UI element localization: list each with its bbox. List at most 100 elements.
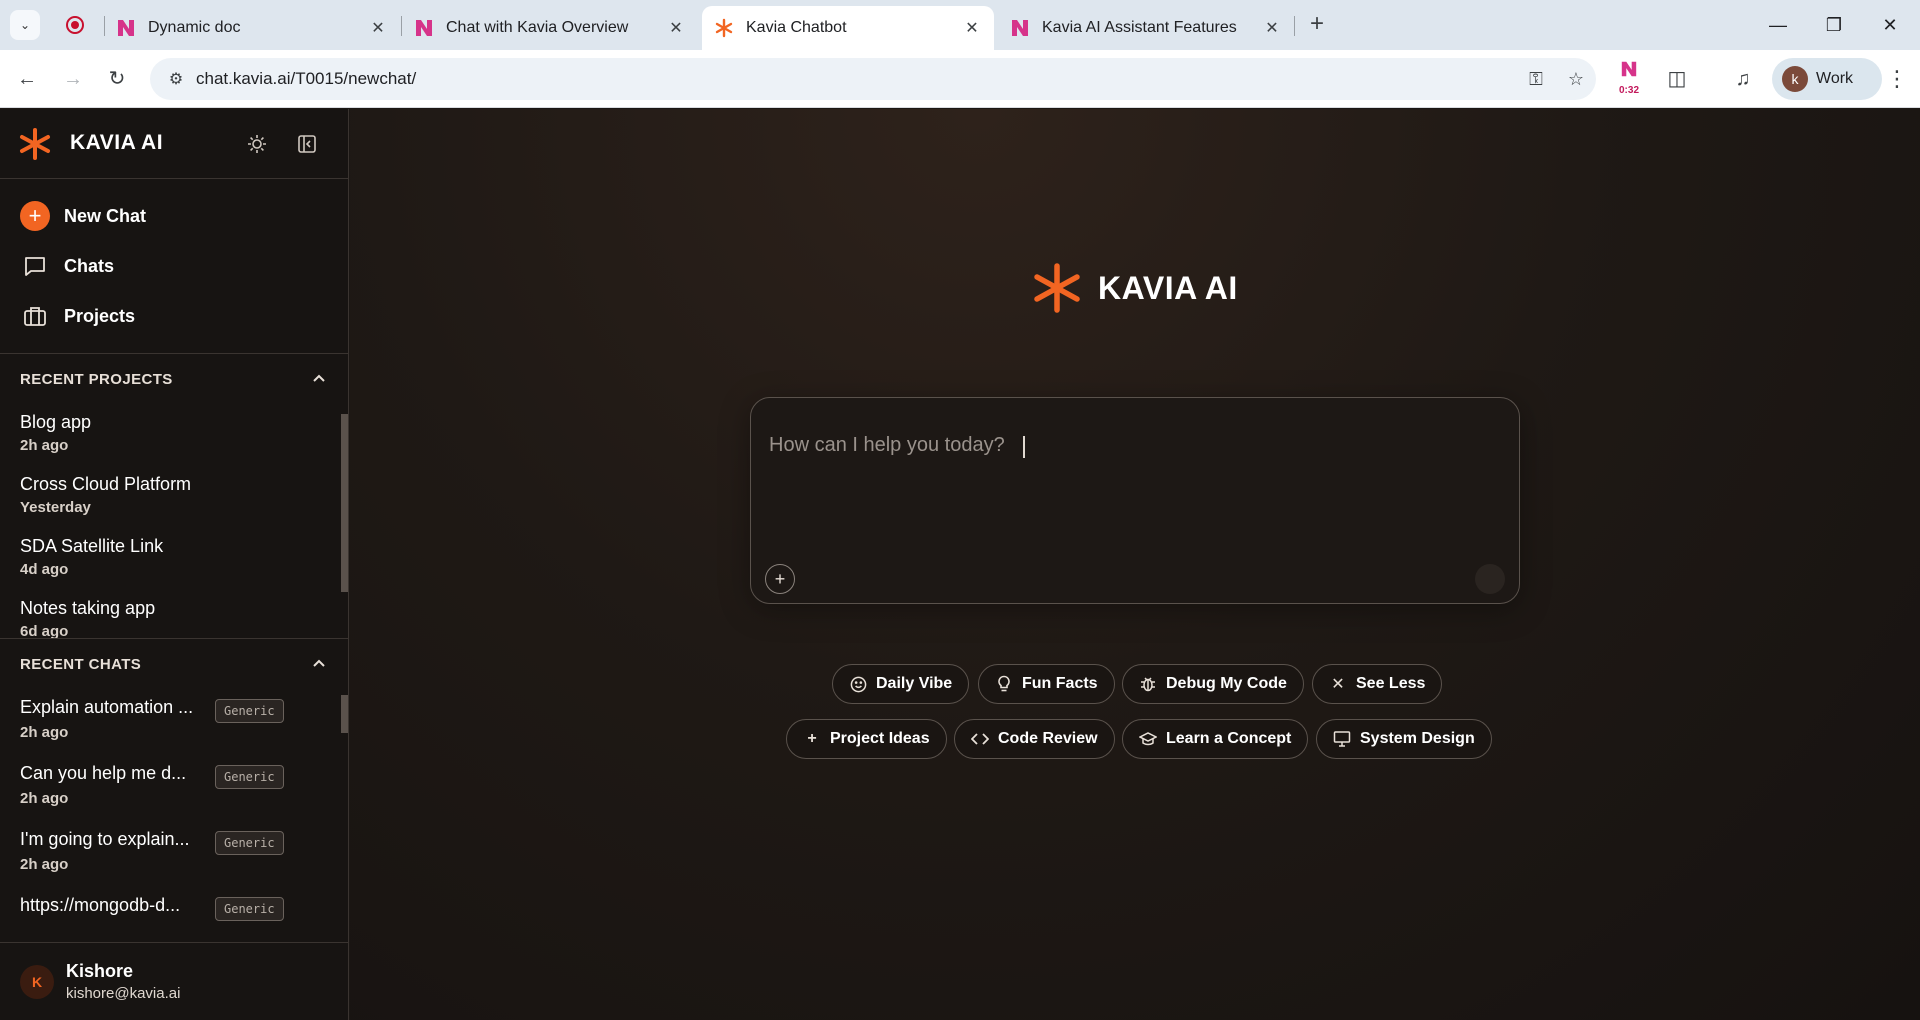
recorder-extension-button[interactable]: 0:32 [1614,60,1644,98]
project-time: 4d ago [20,561,69,578]
chat-item[interactable]: I'm going to explain... 2h ago Generic [0,821,348,887]
kavia-pink-favicon-icon [1621,61,1637,77]
suggestion-see-less[interactable]: ✕ See Less [1312,664,1443,704]
suggestion-label: Code Review [998,730,1098,747]
profile-button[interactable]: k Work [1772,58,1882,100]
chat-type-badge: Generic [215,699,284,723]
projects-scrollbar[interactable] [341,414,348,592]
main-content: KAVIA AI + Daily Vibe Fun Facts Debug My… [350,109,1920,1020]
new-tab-button[interactable]: + [1304,12,1330,38]
tab-close-icon[interactable]: ✕ [368,18,388,38]
chat-time: 2h ago [20,724,69,741]
tab-close-icon[interactable]: ✕ [1262,18,1282,38]
collapse-sidebar-icon[interactable] [294,131,320,157]
section-title: RECENT PROJECTS [20,370,173,388]
sidebar-item-label: Chats [64,255,115,276]
kavia-pink-favicon-icon [116,18,136,38]
suggestion-code-review[interactable]: Code Review [954,719,1115,759]
briefcase-icon [20,301,50,331]
password-key-icon[interactable]: ⚿ [1516,69,1556,90]
suggestion-fun-facts[interactable]: Fun Facts [978,664,1115,704]
reload-button[interactable]: ↻ [102,64,132,94]
chevron-up-icon[interactable] [312,370,326,386]
suggestion-label: Debug My Code [1166,675,1287,692]
chat-item[interactable]: https://mongodb-d... Generic [0,887,348,929]
tab-dynamic-doc[interactable]: Dynamic doc ✕ [104,6,400,50]
suggestion-label: Fun Facts [1022,675,1098,692]
chat-item[interactable]: Can you help me d... 2h ago Generic [0,755,348,821]
plus-icon: + [774,568,786,589]
prompt-input[interactable] [769,434,1469,457]
suggestion-label: Daily Vibe [876,675,953,692]
user-profile[interactable]: K Kishore kishore@kavia.ai [0,942,348,1020]
send-button[interactable] [1475,564,1505,594]
suggestion-debug-my-code[interactable]: Debug My Code [1122,664,1304,704]
project-time: 2h ago [20,437,69,454]
recent-chats-list[interactable]: Explain automation ... 2h ago Generic Ca… [0,689,348,929]
plus-icon: + [807,730,817,747]
restore-button[interactable]: ❐ [1814,10,1854,40]
monitor-icon [1333,730,1351,748]
sidebar-item-projects[interactable]: Projects [0,291,348,341]
project-item[interactable]: Blog app 2h ago [0,404,348,466]
sidebar-header: KAVIA AI [0,109,348,179]
suggestion-learn-a-concept[interactable]: Learn a Concept [1122,719,1309,759]
chat-item[interactable]: Explain automation ... 2h ago Generic [0,689,348,755]
suggestion-project-ideas[interactable]: + Project Ideas [786,719,947,759]
close-window-button[interactable]: ✕ [1870,10,1910,40]
chevron-up-icon[interactable] [312,655,326,671]
project-item[interactable]: SDA Satellite Link 4d ago [0,528,348,590]
url-text[interactable]: chat.kavia.ai/T0015/newchat/ [196,69,1516,89]
back-button[interactable]: ← [12,64,42,94]
suggestion-label: System Design [1360,730,1475,747]
sidebar-item-label: Projects [64,305,136,326]
address-bar[interactable]: ⚙ chat.kavia.ai/T0015/newchat/ ⚿ ☆ [150,58,1596,100]
code-icon [971,730,989,748]
text-caret [1023,436,1025,458]
sidebar-item-chats[interactable]: Chats [0,241,348,291]
prompt-composer: + [750,397,1520,604]
sidebar-brand-name: KAVIA AI [70,131,164,154]
theme-toggle-sun-icon[interactable] [244,131,270,157]
kavia-asterisk-favicon-icon [714,18,734,38]
tab-title: Kavia Chatbot [746,19,847,36]
tab-close-icon[interactable]: ✕ [962,18,982,38]
record-icon[interactable] [66,16,84,34]
tab-title: Dynamic doc [148,19,241,36]
site-settings-icon[interactable]: ⚙ [156,69,196,89]
recent-projects-list[interactable]: Blog app 2h ago Cross Cloud Platform Yes… [0,404,348,639]
sidebar-item-new-chat[interactable]: + New Chat [0,191,348,241]
recent-projects-header[interactable]: RECENT PROJECTS [0,354,348,404]
project-name: Blog app [20,412,92,432]
project-item[interactable]: Cross Cloud Platform Yesterday [0,466,348,528]
tab-kavia-chatbot[interactable]: Kavia Chatbot ✕ [702,6,994,50]
minimize-button[interactable]: — [1758,10,1798,40]
bug-icon [1139,675,1157,693]
tab-kavia-ai-assistant-features[interactable]: Kavia AI Assistant Features ✕ [998,6,1294,50]
project-name: Cross Cloud Platform [20,474,192,494]
close-icon: ✕ [1331,676,1345,693]
project-item[interactable]: Notes taking app 6d ago [0,590,348,638]
suggestion-system-design[interactable]: System Design [1316,719,1492,759]
suggestion-daily-vibe[interactable]: Daily Vibe [832,664,970,704]
project-name: Notes taking app [20,598,156,618]
browser-menu-icon[interactable]: ⋮ [1882,64,1912,94]
tab-close-icon[interactable]: ✕ [666,18,686,38]
extensions-puzzle-icon[interactable]: ◫ [1662,64,1692,94]
graduation-cap-icon [1139,730,1157,748]
tab-chat-with-kavia-overview[interactable]: Chat with Kavia Overview ✕ [402,6,698,50]
sidebar-item-label: New Chat [64,205,147,226]
forward-button[interactable]: → [58,64,88,94]
tab-search-button[interactable]: ⌄ [10,10,40,40]
suggestion-label: Project Ideas [830,730,930,747]
attach-button[interactable]: + [765,564,795,594]
browser-toolbar: ← → ↻ ⚙ chat.kavia.ai/T0015/newchat/ ⚿ ☆… [0,50,1920,108]
tab-separator [1294,16,1295,36]
bookmark-star-icon[interactable]: ☆ [1556,69,1596,90]
section-title: RECENT CHATS [20,655,142,673]
chat-name: I'm going to explain... [20,829,190,849]
recent-chats-header[interactable]: RECENT CHATS [0,639,348,689]
sidebar: KAVIA AI + New Chat Chats Projects RECEN… [0,109,349,1020]
media-playlist-icon[interactable]: ♫ [1728,64,1758,94]
kavia-pink-favicon-icon [414,18,434,38]
